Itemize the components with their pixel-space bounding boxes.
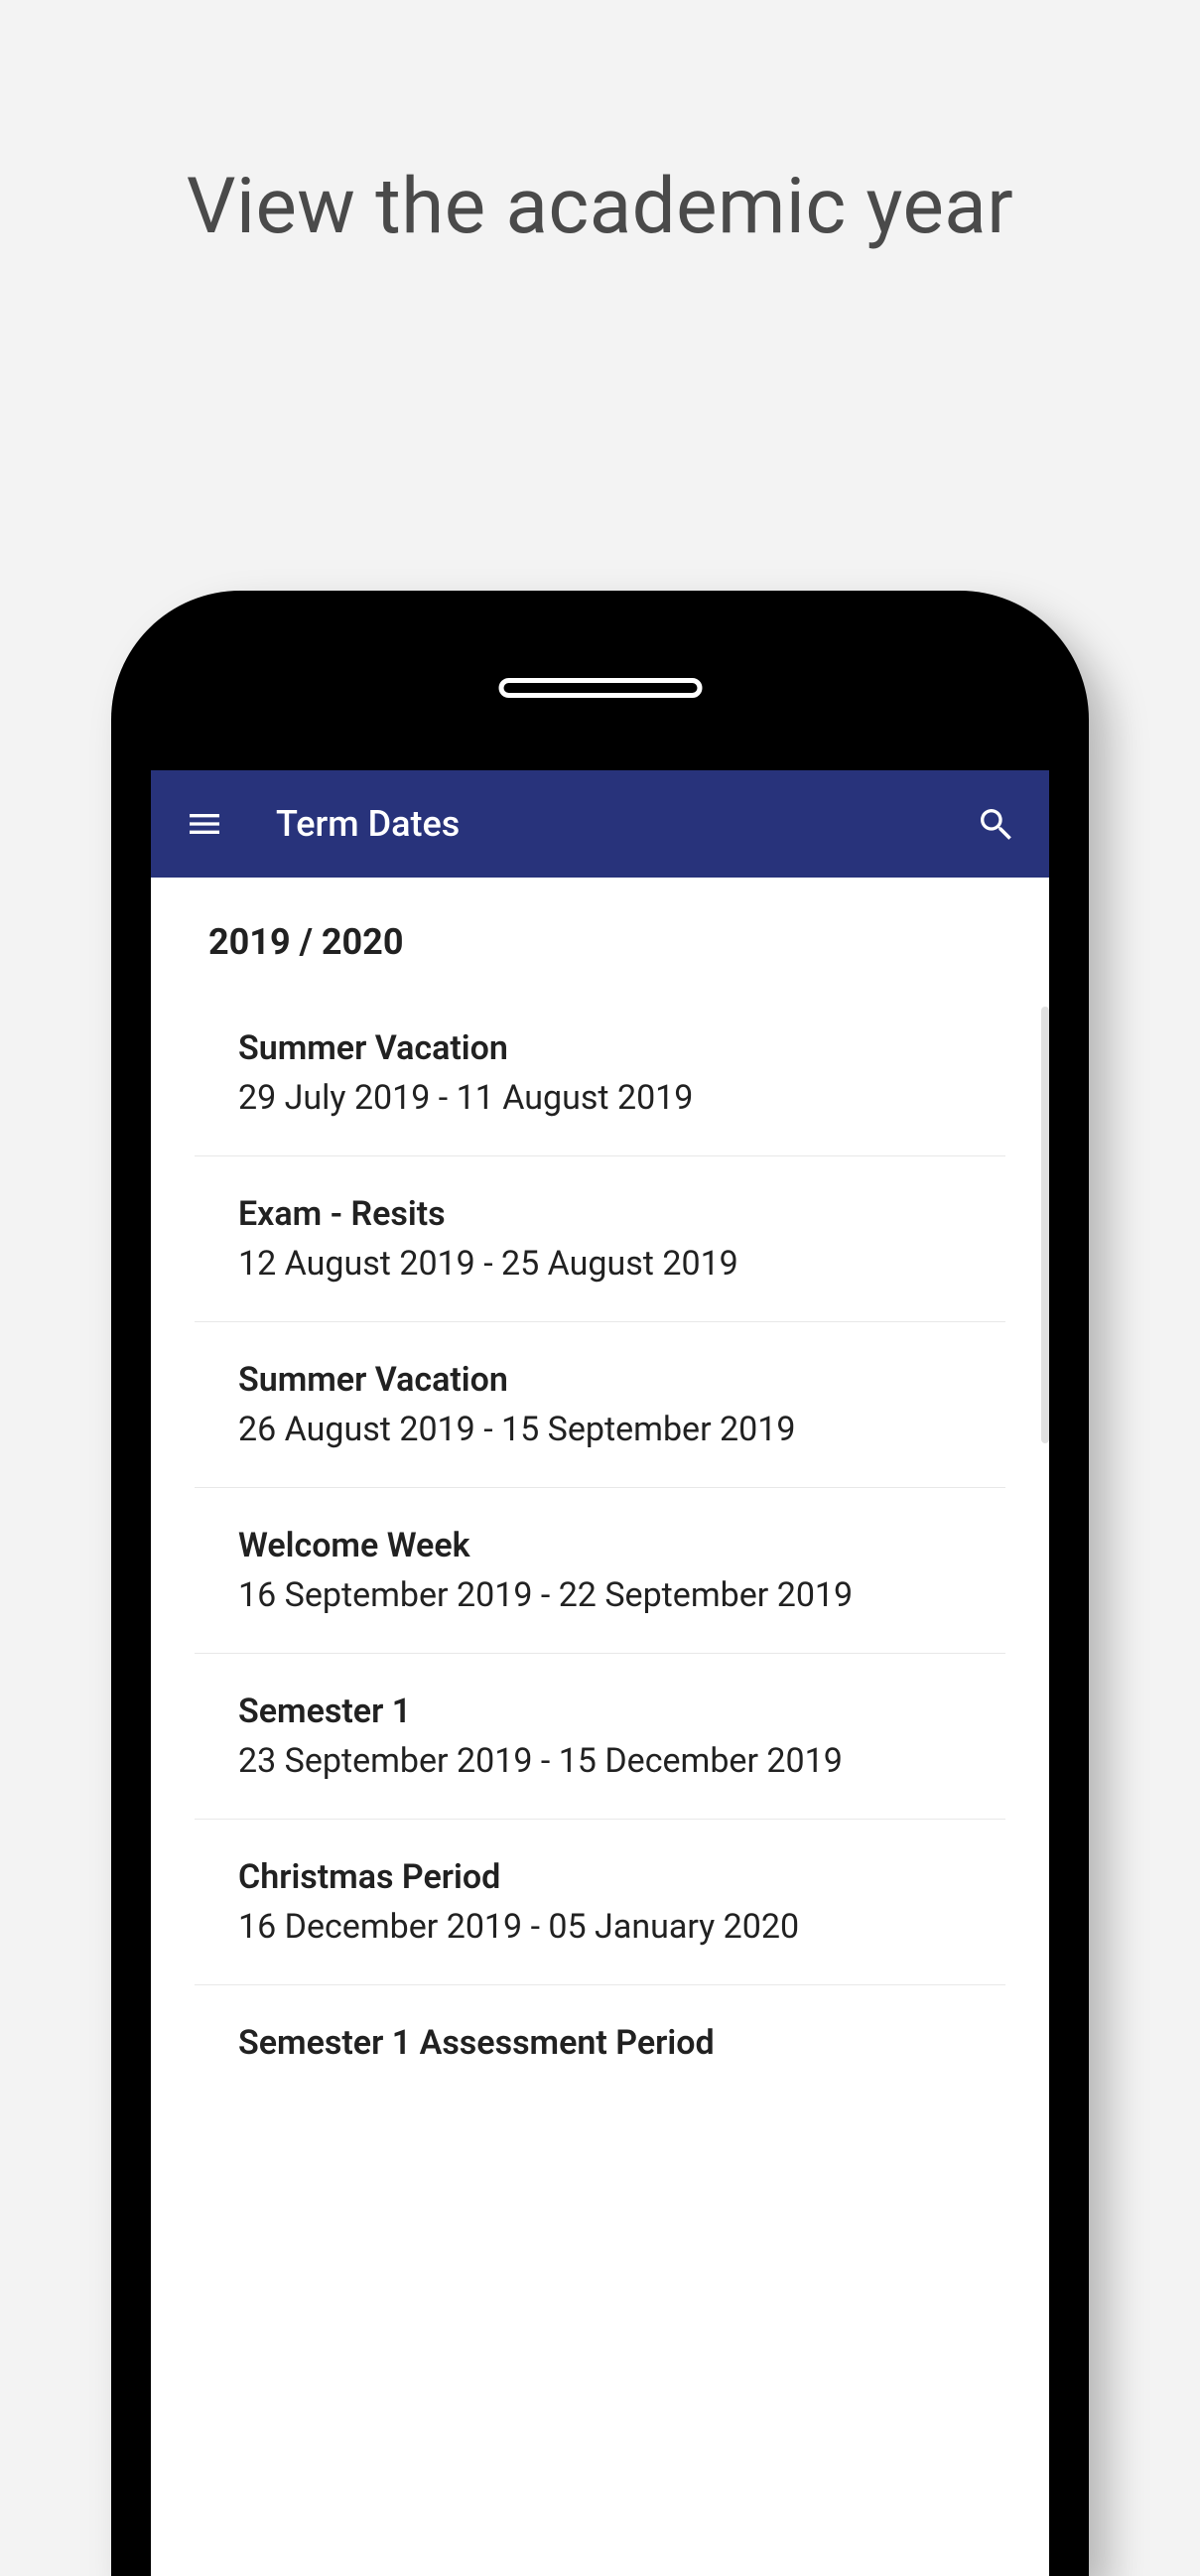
term-title: Summer Vacation (238, 1360, 982, 1400)
scrollbar[interactable] (1041, 1007, 1049, 1443)
list-item[interactable]: Welcome Week 16 September 2019 - 22 Sept… (195, 1488, 1005, 1654)
list-item[interactable]: Semester 1 Assessment Period (195, 1985, 1005, 2110)
list-item[interactable]: Exam - Resits 12 August 2019 - 25 August… (195, 1156, 1005, 1322)
list-item[interactable]: Christmas Period 16 December 2019 - 05 J… (195, 1820, 1005, 1985)
term-title: Semester 1 Assessment Period (238, 2023, 982, 2063)
hamburger-icon (185, 804, 224, 844)
search-button[interactable] (966, 794, 1025, 854)
term-title: Christmas Period (238, 1857, 982, 1897)
academic-year-heading: 2019 / 2020 (151, 878, 1049, 991)
content-area: 2019 / 2020 Summer Vacation 29 July 2019… (151, 878, 1049, 2576)
term-dates: 16 September 2019 - 22 September 2019 (238, 1575, 982, 1615)
list-item[interactable]: Summer Vacation 26 August 2019 - 15 Sept… (195, 1322, 1005, 1488)
list-item[interactable]: Semester 1 23 September 2019 - 15 Decemb… (195, 1654, 1005, 1820)
phone-speaker (498, 678, 702, 698)
term-title: Exam - Resits (238, 1194, 982, 1234)
term-title: Semester 1 (238, 1692, 982, 1731)
page-heading: View the academic year (0, 0, 1200, 256)
term-title: Welcome Week (238, 1526, 982, 1565)
menu-button[interactable] (175, 794, 234, 854)
term-dates: 16 December 2019 - 05 January 2020 (238, 1907, 982, 1947)
list-item[interactable]: Summer Vacation 29 July 2019 - 11 August… (195, 991, 1005, 1156)
term-dates: 12 August 2019 - 25 August 2019 (238, 1244, 982, 1284)
app-title: Term Dates (276, 803, 460, 845)
term-dates: 23 September 2019 - 15 December 2019 (238, 1741, 982, 1781)
term-dates: 26 August 2019 - 15 September 2019 (238, 1410, 982, 1449)
search-icon (976, 804, 1015, 844)
term-list: Summer Vacation 29 July 2019 - 11 August… (151, 991, 1049, 2110)
phone-screen: Term Dates 2019 / 2020 Summer Vacation 2… (151, 770, 1049, 2576)
app-bar: Term Dates (151, 770, 1049, 878)
phone-frame: Term Dates 2019 / 2020 Summer Vacation 2… (111, 591, 1089, 2576)
term-title: Summer Vacation (238, 1028, 982, 1068)
term-dates: 29 July 2019 - 11 August 2019 (238, 1078, 982, 1118)
